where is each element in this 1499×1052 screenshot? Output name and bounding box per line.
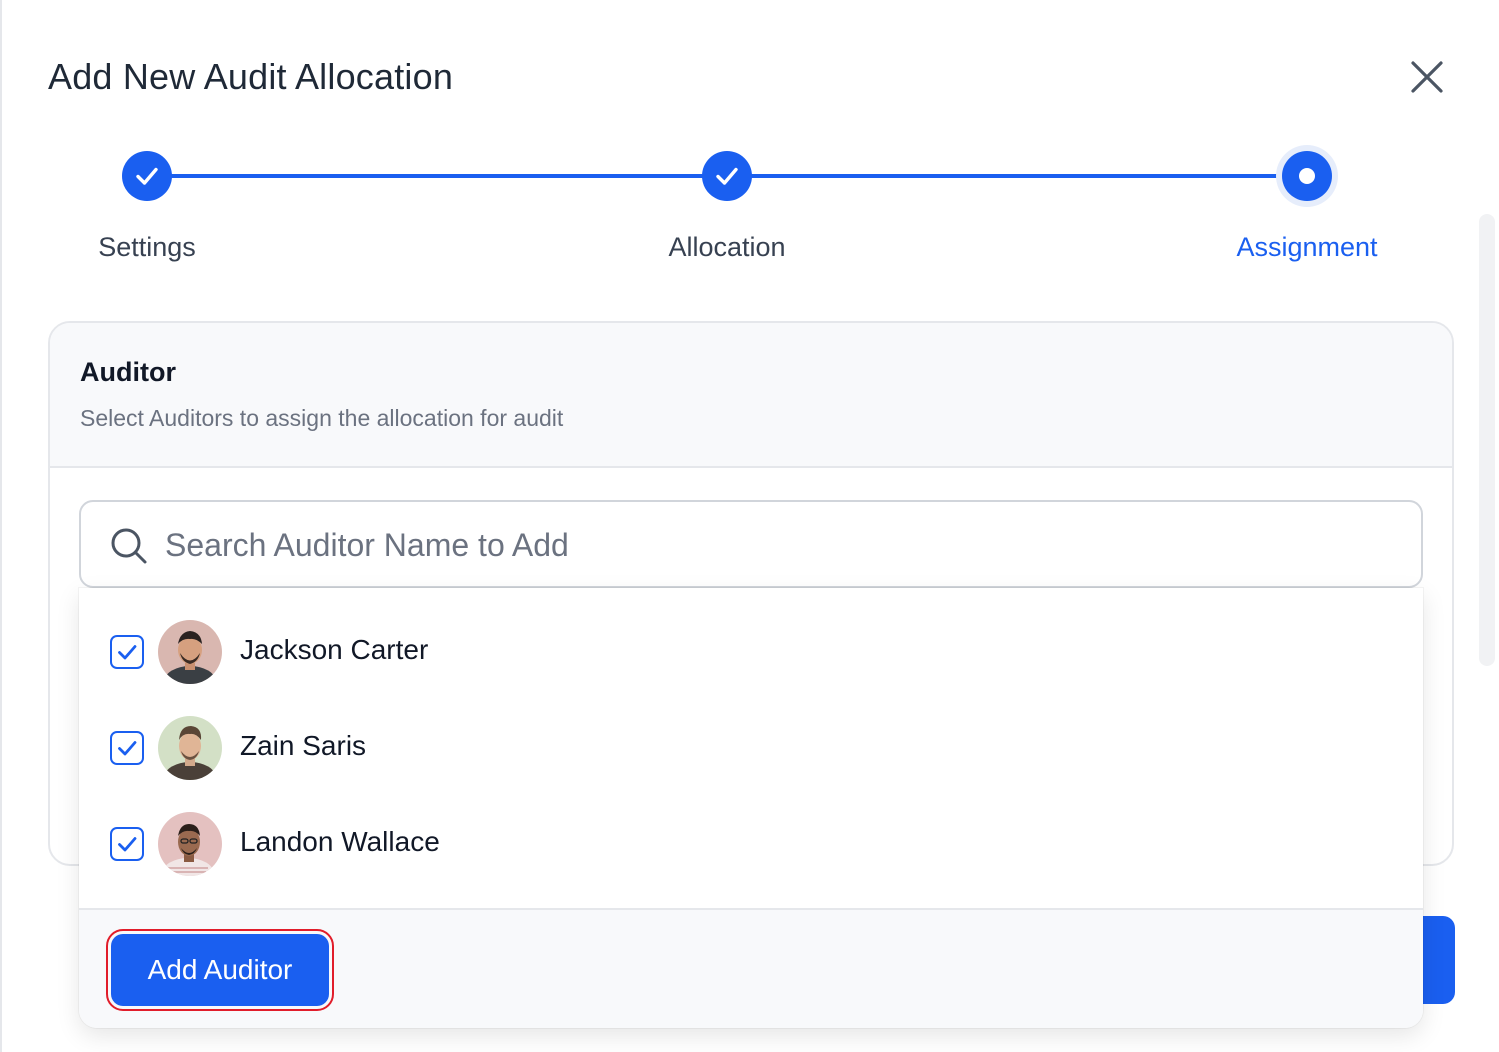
step-assignment-indicator[interactable] <box>1282 151 1332 201</box>
active-dot-icon <box>1299 168 1315 184</box>
auditor-checkbox[interactable] <box>110 635 144 669</box>
search-icon <box>111 528 147 564</box>
list-item-landon-wallace[interactable]: Landon Wallace <box>79 796 1423 892</box>
add-auditor-button[interactable]: Add Auditor <box>106 929 334 1011</box>
avatar <box>158 620 222 684</box>
check-icon <box>118 837 137 852</box>
scrollbar[interactable] <box>1479 214 1495 666</box>
avatar <box>158 716 222 780</box>
step-label-assignment[interactable]: Assignment <box>1157 232 1457 263</box>
avatar <box>158 812 222 876</box>
step-settings-indicator[interactable] <box>122 151 172 201</box>
check-icon <box>118 645 137 660</box>
check-icon <box>716 167 738 185</box>
step-allocation-indicator[interactable] <box>702 151 752 201</box>
auditor-name: Jackson Carter <box>240 634 429 665</box>
auditor-name: Zain Saris <box>240 730 367 761</box>
auditor-dropdown: Jackson Carter Zain Saris Landon Wallace… <box>79 588 1423 1028</box>
step-label-settings[interactable]: Settings <box>0 232 297 263</box>
step-label-allocation[interactable]: Allocation <box>577 232 877 263</box>
step-connector-1 <box>170 174 704 178</box>
dropdown-footer: Add Auditor <box>79 908 1423 1028</box>
auditor-name: Landon Wallace <box>240 826 440 857</box>
auditor-search-input[interactable] <box>163 512 1403 578</box>
auditor-checkbox[interactable] <box>110 731 144 765</box>
check-icon <box>136 167 158 185</box>
auditor-checkbox[interactable] <box>110 827 144 861</box>
step-connector-2 <box>750 174 1280 178</box>
auditor-card-header: Auditor Select Auditors to assign the al… <box>50 323 1452 468</box>
auditor-section-title: Auditor <box>80 357 176 387</box>
check-icon <box>118 741 137 756</box>
stepper: Settings Allocation Assignment <box>0 0 1499 280</box>
list-item-zain-saris[interactable]: Zain Saris <box>79 700 1423 796</box>
list-item-jackson-carter[interactable]: Jackson Carter <box>79 604 1423 700</box>
auditor-section-subtitle: Select Auditors to assign the allocation… <box>80 405 564 431</box>
auditor-search-box[interactable] <box>79 500 1423 588</box>
